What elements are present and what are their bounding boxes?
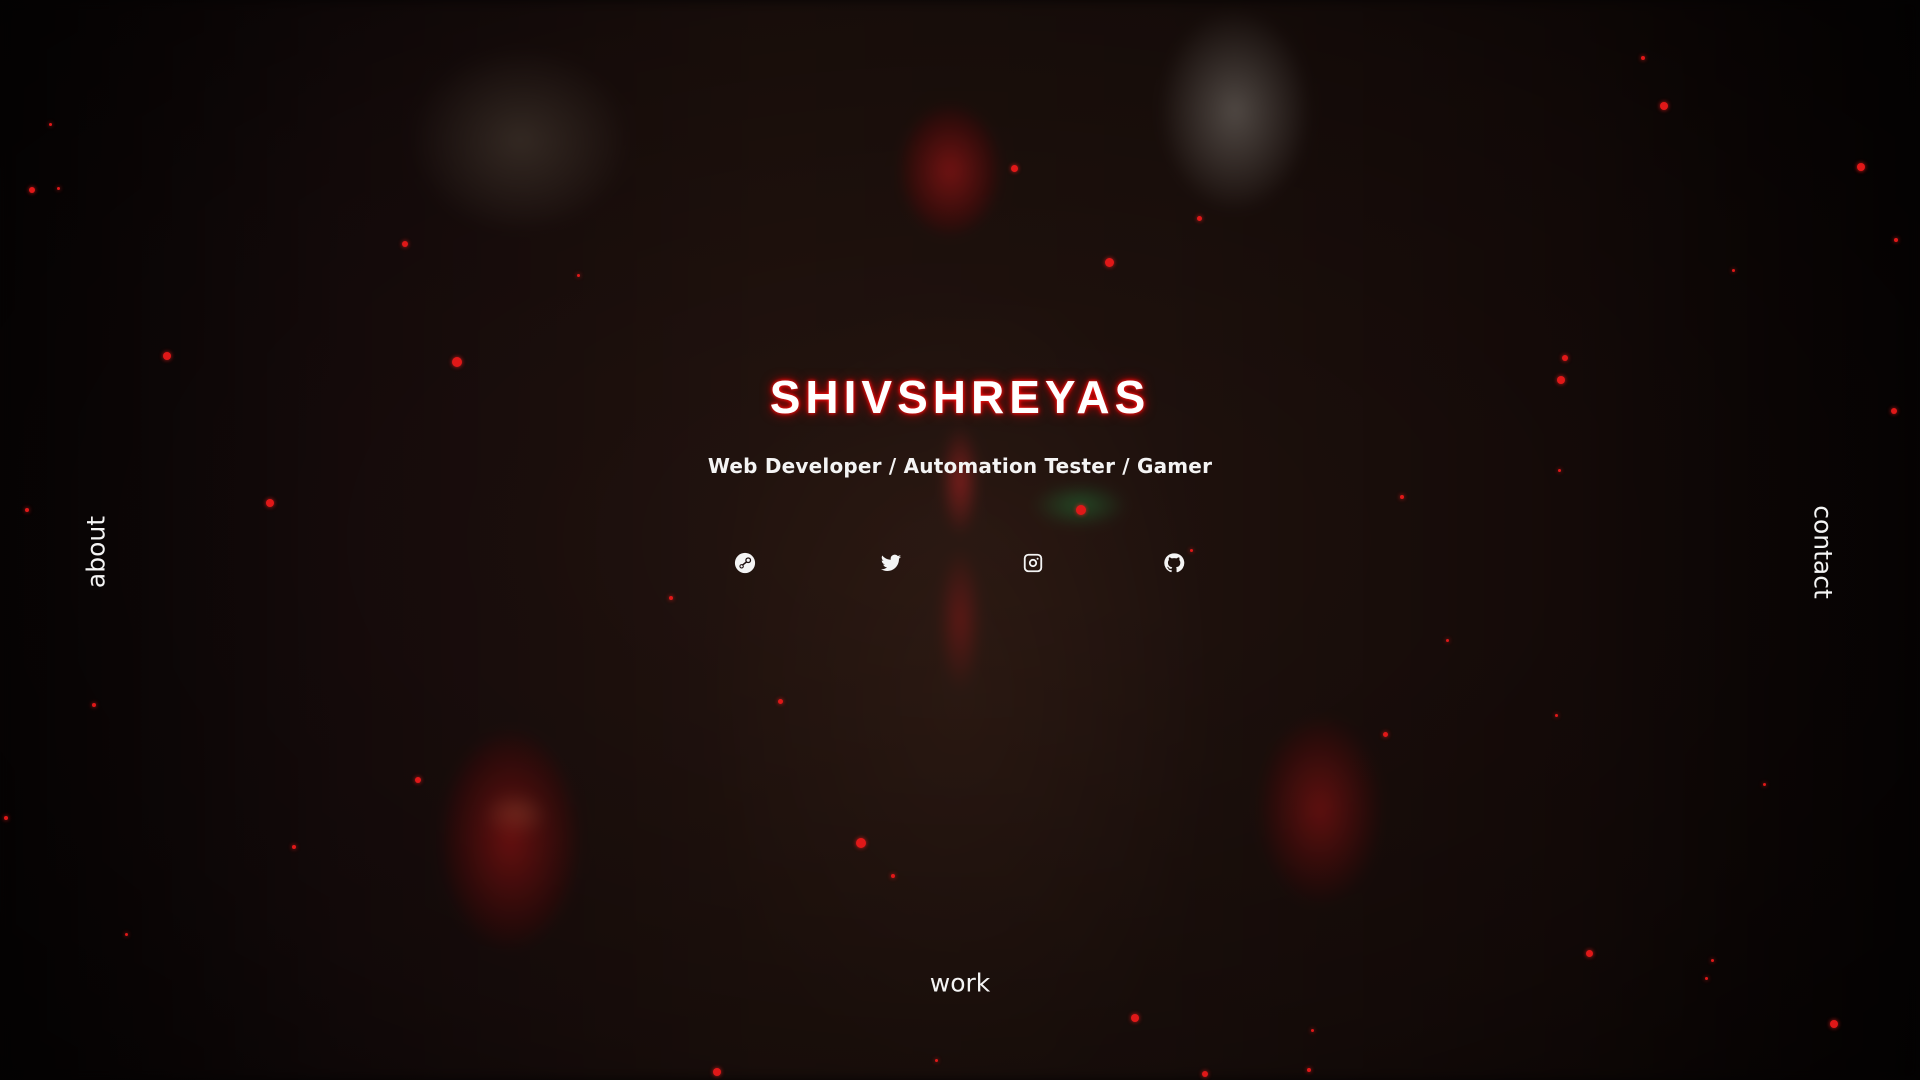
contact-link[interactable]: contact — [1809, 505, 1838, 599]
steam-link[interactable] — [732, 552, 758, 578]
github-icon — [1163, 552, 1185, 579]
work-link[interactable]: work — [930, 969, 991, 998]
twitter-link[interactable] — [878, 552, 904, 578]
instagram-link[interactable] — [1020, 552, 1046, 578]
tagline: Web Developer / Automation Tester / Game… — [707, 454, 1213, 478]
github-link[interactable] — [1161, 552, 1187, 578]
twitter-icon — [880, 552, 902, 579]
hero: SHIVSHREYAS Web Developer / Automation T… — [0, 370, 1920, 478]
steam-icon — [734, 552, 756, 579]
landing-page: SHIVSHREYAS Web Developer / Automation T… — [0, 0, 1920, 1080]
site-title: SHIVSHREYAS — [769, 371, 1151, 423]
about-link[interactable]: about — [82, 516, 111, 588]
social-links — [0, 552, 1920, 578]
instagram-icon — [1022, 552, 1044, 579]
background-overlay — [0, 0, 1920, 1080]
